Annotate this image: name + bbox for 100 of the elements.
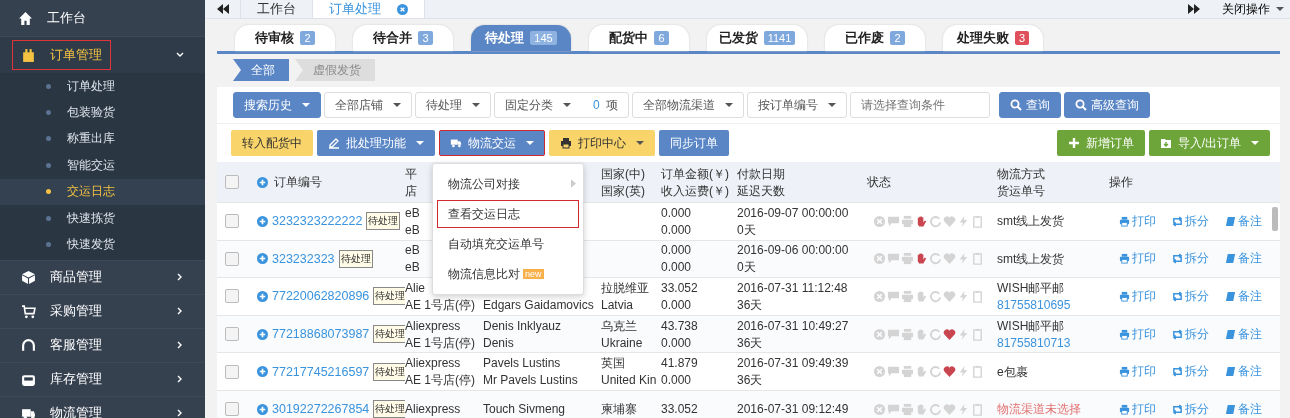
sidebar-menu[interactable]: 商品管理	[0, 259, 205, 294]
sidebar-menu[interactable]: 物流管理	[0, 395, 205, 418]
refresh-icon	[929, 214, 942, 228]
expand-icon[interactable]	[257, 291, 268, 302]
search-history-dropdown[interactable]: 搜索历史	[233, 92, 321, 118]
note-link[interactable]: 备注	[1225, 288, 1262, 305]
table-cell: AE 1号店(停)	[405, 298, 475, 312]
select-all-checkbox[interactable]	[225, 175, 239, 189]
page-tab[interactable]: 订单处理	[313, 0, 425, 18]
link-label: 打印	[1132, 325, 1156, 343]
filter-dropdown[interactable]: 按订单编号	[746, 92, 847, 118]
filter-tab[interactable]: 虚假发货	[295, 59, 375, 81]
row-checkbox[interactable]	[225, 289, 239, 304]
table-cell: 0.000	[661, 260, 692, 275]
print-link[interactable]: 打印	[1119, 288, 1156, 305]
submenu-item[interactable]: 智能交运	[67, 156, 115, 174]
note-link[interactable]: 备注	[1225, 250, 1262, 268]
plus-circle-icon	[257, 176, 268, 188]
menu-item[interactable]: 查看交运日志	[437, 200, 579, 228]
filter-dropdown[interactable]: 全部店铺	[324, 92, 412, 118]
print-link[interactable]: 打印	[1119, 250, 1156, 268]
order-number-link[interactable]: 77218868073987	[272, 327, 370, 342]
link-label: 备注	[1238, 400, 1262, 418]
menu-item[interactable]: 物流公司对接	[437, 170, 579, 198]
split-link[interactable]: 拆分	[1172, 363, 1209, 381]
status-tab[interactable]: 待处理 145	[471, 25, 571, 51]
filter-dropdown[interactable]: 全部物流渠道	[631, 92, 744, 118]
status-tab[interactable]: 待合并 3	[353, 25, 453, 51]
table-cell: 33.052	[661, 402, 698, 417]
print-link[interactable]: 打印	[1119, 212, 1156, 230]
row-checkbox[interactable]	[225, 251, 239, 266]
search-field[interactable]: 请选择查询条件	[849, 92, 990, 118]
scrollbar[interactable]	[1272, 207, 1278, 231]
count-badge: 6	[654, 31, 669, 45]
action-button[interactable]: 同步订单	[659, 130, 729, 156]
action-button[interactable]: 导入/出订单	[1148, 130, 1270, 156]
status-tab[interactable]: 处理失败 3	[943, 25, 1043, 51]
sidebar-menu[interactable]: 库存管理	[0, 361, 205, 396]
print-link[interactable]: 打印	[1119, 325, 1156, 343]
submenu-item[interactable]: 订单处理	[67, 77, 115, 95]
tracking-number-link[interactable]: 81755810695	[997, 298, 1071, 312]
order-number-link[interactable]: 323232323	[272, 251, 335, 266]
column-header: 货运单号	[997, 183, 1045, 198]
split-link[interactable]: 拆分	[1172, 325, 1209, 343]
printer-icon	[1119, 291, 1130, 302]
expand-icon[interactable]	[257, 403, 268, 415]
split-link[interactable]: 拆分	[1172, 250, 1209, 268]
submenu-item[interactable]: 快速拣货	[67, 209, 115, 227]
row-checkbox[interactable]	[225, 327, 239, 342]
category-dropdown[interactable]: 固定分类 0 项	[494, 92, 629, 118]
count-badge: 145	[530, 31, 557, 45]
sidebar-item[interactable]: 工作台	[47, 9, 86, 27]
row-checkbox[interactable]	[225, 214, 239, 229]
order-number-link[interactable]: 3232323222222	[272, 214, 363, 229]
menu-item[interactable]: 物流信息比对 new	[437, 260, 579, 288]
action-button[interactable]: 转入配货中	[231, 130, 313, 156]
action-button[interactable]: 物流交运	[439, 130, 545, 156]
close-icon[interactable]	[397, 3, 408, 15]
row-checkbox[interactable]	[225, 402, 239, 417]
action-button[interactable]: 打印中心	[549, 130, 655, 156]
print-link[interactable]: 打印	[1119, 400, 1156, 418]
expand-icon[interactable]	[257, 328, 268, 340]
row-checkbox[interactable]	[225, 364, 239, 379]
submenu-item[interactable]: 包装验货	[67, 104, 115, 122]
submenu-item[interactable]: 快速发货	[67, 236, 115, 254]
count-unit: 项	[605, 96, 618, 114]
split-link[interactable]: 拆分	[1172, 212, 1209, 230]
action-button[interactable]: 批处理功能	[317, 130, 435, 156]
order-number-link[interactable]: 77220062820896	[272, 289, 370, 304]
filter-dropdown[interactable]: 待处理	[415, 92, 491, 118]
status-tab[interactable]: 已发货 1141	[707, 25, 807, 51]
table-cell-text: 0天	[737, 260, 757, 275]
menu-item[interactable]: 自动填充交运单号	[437, 230, 579, 258]
filter-tab[interactable]: 全部	[233, 59, 289, 81]
comment-icon	[887, 402, 900, 416]
cancel-icon	[873, 290, 886, 303]
submenu-item[interactable]: 称重出库	[67, 130, 115, 148]
status-tab[interactable]: 已作废 2	[825, 25, 925, 51]
note-link[interactable]: 备注	[1225, 363, 1262, 381]
split-link[interactable]: 拆分	[1172, 400, 1209, 418]
note-link[interactable]: 备注	[1225, 212, 1262, 230]
split-link[interactable]: 拆分	[1172, 288, 1209, 305]
expand-icon[interactable]	[257, 215, 268, 227]
note-link[interactable]: 备注	[1225, 400, 1262, 418]
print-link[interactable]: 打印	[1119, 363, 1156, 381]
printer-icon	[1119, 366, 1130, 378]
order-number-link[interactable]: 30192272267854	[272, 402, 370, 417]
tracking-number-link[interactable]: 81755810713	[997, 335, 1071, 350]
expand-icon[interactable]	[257, 253, 268, 265]
submenu-item[interactable]: 交运日志	[67, 183, 115, 201]
query-button[interactable]: 查询	[998, 92, 1061, 118]
tab-label: 配货中	[609, 29, 649, 47]
status-tab[interactable]: 配货中 6	[589, 25, 689, 51]
action-button[interactable]: 新增订单	[1056, 130, 1145, 156]
note-link[interactable]: 备注	[1225, 325, 1262, 343]
sidebar-menu[interactable]: 订单管理	[0, 36, 205, 73]
status-tab[interactable]: 待审核 2	[235, 25, 335, 51]
advanced-query-button[interactable]: 高级查询	[1063, 92, 1150, 118]
order-number-link[interactable]: 77217745216597	[272, 364, 370, 379]
expand-icon[interactable]	[257, 366, 268, 378]
